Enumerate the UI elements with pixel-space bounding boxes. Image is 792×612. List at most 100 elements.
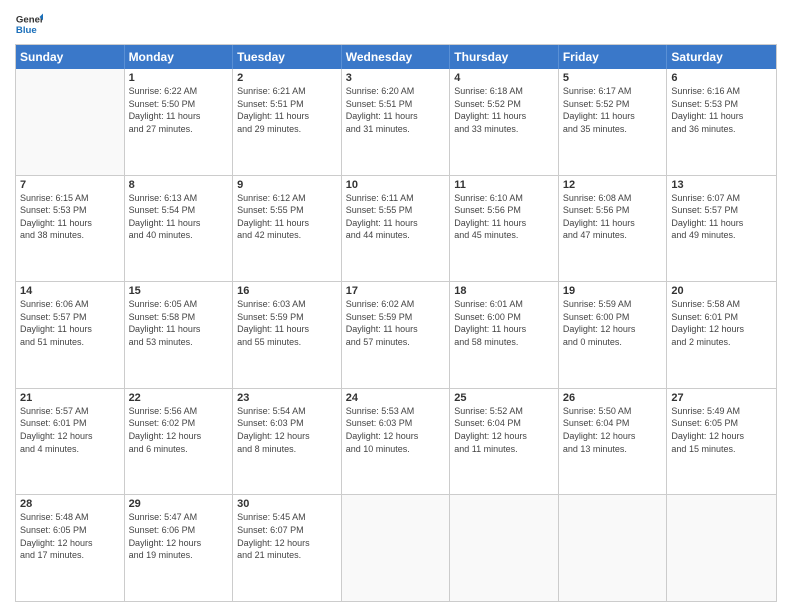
cal-cell: 28Sunrise: 5:48 AM Sunset: 6:05 PM Dayli…: [16, 495, 125, 601]
cell-text: Sunrise: 5:56 AM Sunset: 6:02 PM Dayligh…: [129, 405, 229, 455]
cell-text: Sunrise: 5:50 AM Sunset: 6:04 PM Dayligh…: [563, 405, 663, 455]
day-number: 22: [129, 392, 229, 404]
svg-text:Blue: Blue: [16, 25, 37, 36]
cell-text: Sunrise: 6:20 AM Sunset: 5:51 PM Dayligh…: [346, 85, 446, 135]
cell-text: Sunrise: 5:45 AM Sunset: 6:07 PM Dayligh…: [237, 511, 337, 561]
cal-cell: 30Sunrise: 5:45 AM Sunset: 6:07 PM Dayli…: [233, 495, 342, 601]
day-number: 9: [237, 179, 337, 191]
cal-cell: [667, 495, 776, 601]
cell-text: Sunrise: 6:12 AM Sunset: 5:55 PM Dayligh…: [237, 192, 337, 242]
header-day-sunday: Sunday: [16, 45, 125, 69]
cell-text: Sunrise: 5:52 AM Sunset: 6:04 PM Dayligh…: [454, 405, 554, 455]
day-number: 27: [671, 392, 772, 404]
calendar-body: 1Sunrise: 6:22 AM Sunset: 5:50 PM Daylig…: [16, 69, 776, 601]
cal-cell: 3Sunrise: 6:20 AM Sunset: 5:51 PM Daylig…: [342, 69, 451, 175]
cal-cell: 17Sunrise: 6:02 AM Sunset: 5:59 PM Dayli…: [342, 282, 451, 388]
cell-text: Sunrise: 6:17 AM Sunset: 5:52 PM Dayligh…: [563, 85, 663, 135]
week-row-1: 7Sunrise: 6:15 AM Sunset: 5:53 PM Daylig…: [16, 176, 776, 283]
day-number: 19: [563, 285, 663, 297]
cell-text: Sunrise: 6:06 AM Sunset: 5:57 PM Dayligh…: [20, 298, 120, 348]
cal-cell: [450, 495, 559, 601]
day-number: 17: [346, 285, 446, 297]
cal-cell: 24Sunrise: 5:53 AM Sunset: 6:03 PM Dayli…: [342, 389, 451, 495]
calendar: SundayMondayTuesdayWednesdayThursdayFrid…: [15, 44, 777, 602]
cal-cell: 2Sunrise: 6:21 AM Sunset: 5:51 PM Daylig…: [233, 69, 342, 175]
day-number: 12: [563, 179, 663, 191]
day-number: 30: [237, 498, 337, 510]
cal-cell: [559, 495, 668, 601]
cell-text: Sunrise: 5:53 AM Sunset: 6:03 PM Dayligh…: [346, 405, 446, 455]
cell-text: Sunrise: 6:11 AM Sunset: 5:55 PM Dayligh…: [346, 192, 446, 242]
cal-cell: 29Sunrise: 5:47 AM Sunset: 6:06 PM Dayli…: [125, 495, 234, 601]
week-row-0: 1Sunrise: 6:22 AM Sunset: 5:50 PM Daylig…: [16, 69, 776, 176]
cal-cell: 11Sunrise: 6:10 AM Sunset: 5:56 PM Dayli…: [450, 176, 559, 282]
cell-text: Sunrise: 6:07 AM Sunset: 5:57 PM Dayligh…: [671, 192, 772, 242]
cell-text: Sunrise: 5:47 AM Sunset: 6:06 PM Dayligh…: [129, 511, 229, 561]
cal-cell: 23Sunrise: 5:54 AM Sunset: 6:03 PM Dayli…: [233, 389, 342, 495]
day-number: 5: [563, 72, 663, 84]
cell-text: Sunrise: 5:49 AM Sunset: 6:05 PM Dayligh…: [671, 405, 772, 455]
cal-cell: 21Sunrise: 5:57 AM Sunset: 6:01 PM Dayli…: [16, 389, 125, 495]
cell-text: Sunrise: 5:58 AM Sunset: 6:01 PM Dayligh…: [671, 298, 772, 348]
cal-cell: 13Sunrise: 6:07 AM Sunset: 5:57 PM Dayli…: [667, 176, 776, 282]
cal-cell: 19Sunrise: 5:59 AM Sunset: 6:00 PM Dayli…: [559, 282, 668, 388]
cell-text: Sunrise: 6:05 AM Sunset: 5:58 PM Dayligh…: [129, 298, 229, 348]
cal-cell: 20Sunrise: 5:58 AM Sunset: 6:01 PM Dayli…: [667, 282, 776, 388]
logo: General Blue: [15, 10, 43, 38]
calendar-header: SundayMondayTuesdayWednesdayThursdayFrid…: [16, 45, 776, 69]
day-number: 24: [346, 392, 446, 404]
cal-cell: [342, 495, 451, 601]
cal-cell: 9Sunrise: 6:12 AM Sunset: 5:55 PM Daylig…: [233, 176, 342, 282]
cell-text: Sunrise: 6:10 AM Sunset: 5:56 PM Dayligh…: [454, 192, 554, 242]
cal-cell: 27Sunrise: 5:49 AM Sunset: 6:05 PM Dayli…: [667, 389, 776, 495]
cal-cell: 15Sunrise: 6:05 AM Sunset: 5:58 PM Dayli…: [125, 282, 234, 388]
svg-text:General: General: [16, 14, 43, 25]
day-number: 23: [237, 392, 337, 404]
cell-text: Sunrise: 6:02 AM Sunset: 5:59 PM Dayligh…: [346, 298, 446, 348]
cell-text: Sunrise: 6:22 AM Sunset: 5:50 PM Dayligh…: [129, 85, 229, 135]
day-number: 29: [129, 498, 229, 510]
cell-text: Sunrise: 6:13 AM Sunset: 5:54 PM Dayligh…: [129, 192, 229, 242]
header-day-wednesday: Wednesday: [342, 45, 451, 69]
day-number: 1: [129, 72, 229, 84]
day-number: 7: [20, 179, 120, 191]
cal-cell: 12Sunrise: 6:08 AM Sunset: 5:56 PM Dayli…: [559, 176, 668, 282]
cell-text: Sunrise: 6:03 AM Sunset: 5:59 PM Dayligh…: [237, 298, 337, 348]
day-number: 3: [346, 72, 446, 84]
cell-text: Sunrise: 6:16 AM Sunset: 5:53 PM Dayligh…: [671, 85, 772, 135]
cal-cell: 22Sunrise: 5:56 AM Sunset: 6:02 PM Dayli…: [125, 389, 234, 495]
cal-cell: 4Sunrise: 6:18 AM Sunset: 5:52 PM Daylig…: [450, 69, 559, 175]
cal-cell: 6Sunrise: 6:16 AM Sunset: 5:53 PM Daylig…: [667, 69, 776, 175]
cal-cell: 10Sunrise: 6:11 AM Sunset: 5:55 PM Dayli…: [342, 176, 451, 282]
day-number: 25: [454, 392, 554, 404]
cell-text: Sunrise: 6:15 AM Sunset: 5:53 PM Dayligh…: [20, 192, 120, 242]
header-day-friday: Friday: [559, 45, 668, 69]
week-row-3: 21Sunrise: 5:57 AM Sunset: 6:01 PM Dayli…: [16, 389, 776, 496]
day-number: 6: [671, 72, 772, 84]
day-number: 20: [671, 285, 772, 297]
header: General Blue: [15, 10, 777, 38]
cal-cell: 8Sunrise: 6:13 AM Sunset: 5:54 PM Daylig…: [125, 176, 234, 282]
page: General Blue SundayMondayTuesdayWednesda…: [0, 0, 792, 612]
cell-text: Sunrise: 6:18 AM Sunset: 5:52 PM Dayligh…: [454, 85, 554, 135]
cell-text: Sunrise: 5:48 AM Sunset: 6:05 PM Dayligh…: [20, 511, 120, 561]
cal-cell: 16Sunrise: 6:03 AM Sunset: 5:59 PM Dayli…: [233, 282, 342, 388]
cal-cell: 18Sunrise: 6:01 AM Sunset: 6:00 PM Dayli…: [450, 282, 559, 388]
cal-cell: [16, 69, 125, 175]
day-number: 13: [671, 179, 772, 191]
day-number: 21: [20, 392, 120, 404]
cal-cell: 1Sunrise: 6:22 AM Sunset: 5:50 PM Daylig…: [125, 69, 234, 175]
cal-cell: 5Sunrise: 6:17 AM Sunset: 5:52 PM Daylig…: [559, 69, 668, 175]
week-row-2: 14Sunrise: 6:06 AM Sunset: 5:57 PM Dayli…: [16, 282, 776, 389]
cal-cell: 25Sunrise: 5:52 AM Sunset: 6:04 PM Dayli…: [450, 389, 559, 495]
day-number: 18: [454, 285, 554, 297]
cell-text: Sunrise: 6:08 AM Sunset: 5:56 PM Dayligh…: [563, 192, 663, 242]
header-day-saturday: Saturday: [667, 45, 776, 69]
logo-icon: General Blue: [15, 10, 43, 38]
header-day-thursday: Thursday: [450, 45, 559, 69]
day-number: 26: [563, 392, 663, 404]
day-number: 11: [454, 179, 554, 191]
day-number: 14: [20, 285, 120, 297]
header-day-monday: Monday: [125, 45, 234, 69]
cal-cell: 7Sunrise: 6:15 AM Sunset: 5:53 PM Daylig…: [16, 176, 125, 282]
